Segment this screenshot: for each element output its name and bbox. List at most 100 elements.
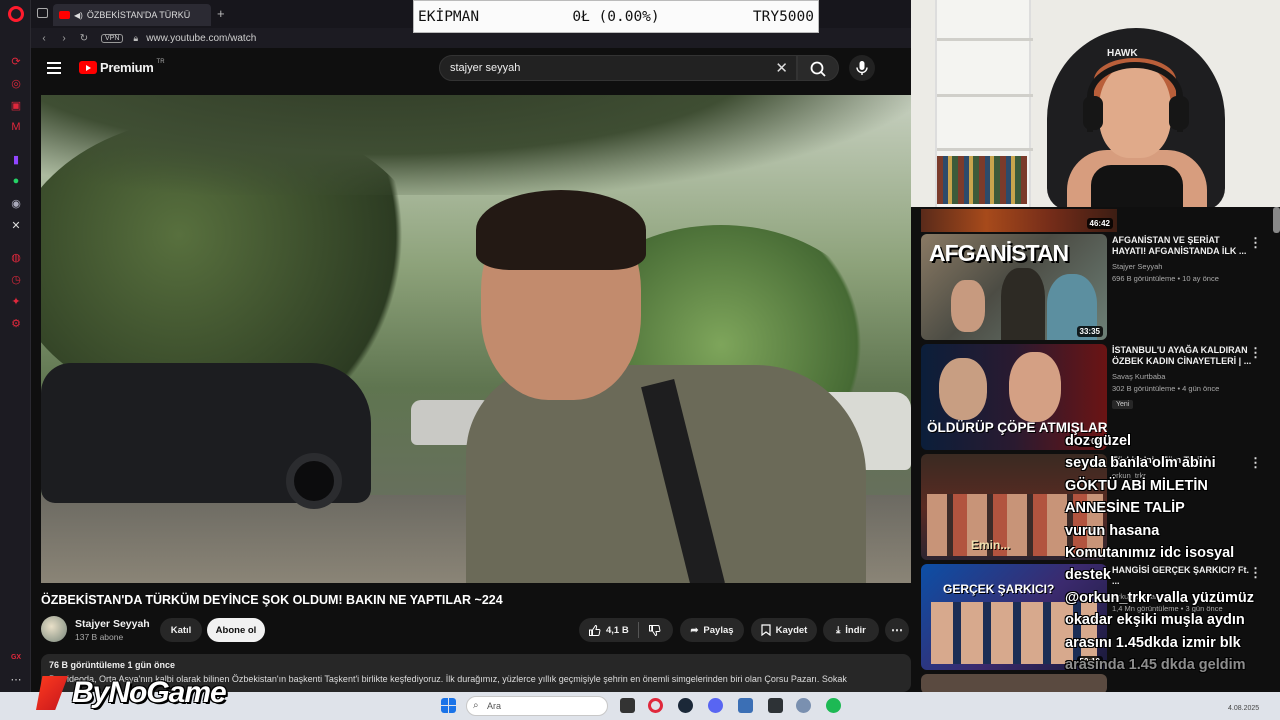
download-icon: ⤓ <box>836 624 841 636</box>
lock-icon[interactable]: 🔒︎ <box>133 33 138 44</box>
reload-icon[interactable]: ↻ <box>77 33 91 44</box>
more-icon[interactable]: ⋯ <box>9 672 23 686</box>
taskbar-search[interactable]: ⌕ Ara <box>466 696 608 716</box>
spotify-taskbar-icon[interactable] <box>826 698 841 713</box>
recommendation-channel: Stajyer Seyyah <box>1112 262 1163 271</box>
vpn-badge[interactable]: VPN <box>101 33 124 43</box>
video-wheel <box>286 453 342 509</box>
like-icon[interactable] <box>588 624 601 637</box>
speaker-icon[interactable]: ◀) <box>74 11 83 20</box>
recommendation-info[interactable]: İSTANBUL'U AYAĞA KALDIRAN ÖZBEK KADIN Cİ… <box>1112 345 1252 411</box>
whatsapp-icon[interactable]: ● <box>9 174 23 188</box>
app-icon[interactable] <box>768 698 783 713</box>
share-button[interactable]: ➦ Paylaş <box>680 618 744 642</box>
save-label: Kaydet <box>775 624 808 636</box>
spotify-icon[interactable]: ◍ <box>9 250 23 264</box>
youtube-favicon-icon <box>59 11 70 19</box>
more-options-icon[interactable]: ⋮ <box>1249 235 1262 251</box>
overlay-value: 0Ł (0.00%) <box>572 8 660 25</box>
taskbar-search-placeholder: Ara <box>487 701 502 711</box>
search-input[interactable]: stajyer seyyah ✕ <box>439 55 797 81</box>
voice-search-button[interactable] <box>849 55 875 81</box>
chat-message: Komutanımız idc isosyal <box>1065 545 1235 562</box>
steam-icon[interactable] <box>678 698 693 713</box>
channel-avatar[interactable] <box>41 616 67 642</box>
thumbnail-person <box>1001 268 1045 340</box>
discord-icon[interactable]: ◉ <box>9 196 23 210</box>
chat-message: ANNESİNE TALİP <box>1065 500 1185 517</box>
refresh-icon[interactable]: ⟳ <box>9 54 23 68</box>
overlay-label: EKİPMAN <box>418 8 480 25</box>
search-button[interactable] <box>797 55 839 81</box>
view-count-date: 76 B görüntüleme 1 gün önce <box>49 660 176 670</box>
discord-taskbar-icon[interactable] <box>708 698 723 713</box>
more-actions-button[interactable]: ⋯ <box>885 618 909 642</box>
dislike-icon[interactable] <box>648 624 661 637</box>
more-options-icon[interactable]: ⋮ <box>1249 345 1262 361</box>
chat-message: arasında 1.45 dkda geldim <box>1065 657 1246 674</box>
x-icon[interactable]: ✕ <box>9 218 23 232</box>
sidebar-scrollbar[interactable] <box>1273 207 1280 233</box>
settings-icon[interactable]: ⚙ <box>9 316 23 330</box>
youtube-logo-text: Premium <box>100 60 154 75</box>
like-dislike-group: 4,1 B <box>579 618 673 642</box>
recommendation-info[interactable]: AFGANİSTAN VE ŞERİAT HAYATI! AFGANİSTAND… <box>1112 235 1252 283</box>
video-person <box>436 190 866 583</box>
youtube-header: Premium TR stajyer seyyah ✕ <box>31 48 911 90</box>
subscriber-count: 137 B abone <box>75 632 124 642</box>
back-icon[interactable]: ‹ <box>37 33 51 44</box>
recommendation-thumbnail[interactable]: AFGANİSTAN 33:35 <box>921 234 1107 340</box>
video-player[interactable] <box>41 95 911 583</box>
windows-start-icon[interactable] <box>441 698 456 713</box>
screen: ⟳ ◎ ▣ M ▮ ● ◉ ✕ ◍ ◷ ✦ ⚙ GX ⋯ ◀) ÖZBEKİST… <box>0 0 1280 720</box>
video-title: ÖZBEKİSTAN'DA TÜRKÜM DEYİNCE ŞOK OLDUM! … <box>41 593 503 607</box>
browser-tab[interactable]: ◀) ÖZBEKİSTAN'DA TÜRKÜ <box>53 4 211 26</box>
download-label: İndir <box>845 624 866 636</box>
shield-icon[interactable]: ▣ <box>9 98 23 112</box>
m-icon[interactable]: M <box>9 120 23 134</box>
explorer-icon[interactable] <box>738 698 753 713</box>
forward-icon[interactable]: › <box>57 33 71 44</box>
hamburger-menu-icon[interactable] <box>47 62 61 74</box>
webcam-books <box>937 156 1027 204</box>
opera-taskbar-icon[interactable] <box>648 698 663 713</box>
channel-name[interactable]: Stajyer Seyyah <box>75 618 150 630</box>
search-value: stajyer seyyah <box>450 62 521 74</box>
task-view-icon[interactable] <box>620 698 635 713</box>
recommendation-thumbnail[interactable]: 46:42 <box>921 209 1117 232</box>
equipment-overlay: EKİPMAN 0Ł (0.00%) TRY5000 <box>413 0 819 33</box>
overlay-total: TRY5000 <box>752 8 814 25</box>
app-icon[interactable] <box>796 698 811 713</box>
shelf-board <box>937 148 1033 151</box>
recommendation-title: İSTANBUL'U AYAĞA KALDIRAN ÖZBEK KADIN Cİ… <box>1112 345 1252 366</box>
search-icon <box>810 61 826 77</box>
chat-message: okadar ekşiki muşla aydın <box>1065 612 1245 629</box>
twitch-icon[interactable]: ▮ <box>9 152 23 166</box>
like-count[interactable]: 4,1 B <box>606 625 629 636</box>
thumbnail-person <box>939 358 987 420</box>
recommendation-meta: 302 B görüntüleme • 4 gün önce <box>1112 384 1220 393</box>
tab-menu-icon[interactable] <box>37 8 48 18</box>
share-label: Paylaş <box>703 624 734 636</box>
stream-chat: doz güzel seyda banla olm abini GÖKTÜ AB… <box>1065 430 1280 676</box>
shelf-board <box>937 94 1033 97</box>
bag-icon[interactable]: ◎ <box>9 76 23 90</box>
youtube-logo[interactable]: Premium TR <box>79 59 165 75</box>
video-suv <box>41 363 371 509</box>
clear-search-icon[interactable]: ✕ <box>775 59 788 77</box>
recommendation-thumbnail[interactable] <box>921 674 1107 692</box>
new-tab-button[interactable]: + <box>217 6 225 21</box>
subscribe-button[interactable]: Abone ol <box>207 618 265 642</box>
chat-message: GÖKTÜ ABİ MİLETİN <box>1065 477 1208 494</box>
bookmark-icon <box>761 624 771 636</box>
download-button[interactable]: ⤓ İndir <box>823 618 879 642</box>
join-button[interactable]: Katıl <box>160 618 202 642</box>
opera-logo-icon[interactable] <box>8 6 24 22</box>
video-person-hair <box>476 190 646 270</box>
brand-name: ByNoGame <box>72 676 227 709</box>
url-field[interactable]: www.youtube.com/watch <box>146 33 256 44</box>
save-button[interactable]: Kaydet <box>751 618 817 642</box>
bynogame-watermark: ByNoGame <box>36 676 227 710</box>
history-icon[interactable]: ◷ <box>9 272 23 286</box>
extensions-icon[interactable]: ✦ <box>9 294 23 308</box>
